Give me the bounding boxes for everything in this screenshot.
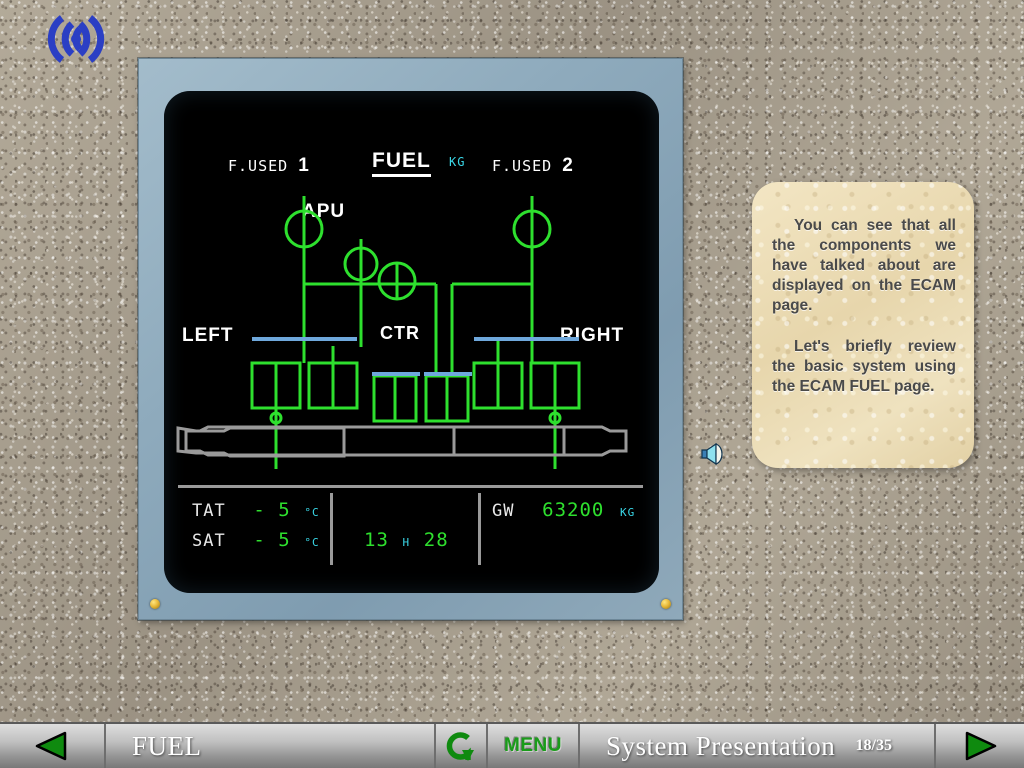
footer-divider-1 bbox=[330, 493, 333, 565]
sat-row: SAT - 5 °C bbox=[192, 529, 320, 551]
narration-note-panel: You can see that all the components we h… bbox=[752, 182, 974, 468]
bezel-screw-left bbox=[150, 599, 160, 609]
tat-row: TAT - 5 °C bbox=[192, 499, 320, 521]
replay-button[interactable] bbox=[436, 724, 488, 768]
spiral-swirl-logo bbox=[32, 8, 120, 70]
lesson-title: FUEL bbox=[132, 731, 202, 762]
section-info-cell: System Presentation 18/35 bbox=[580, 724, 936, 768]
gw-unit: KG bbox=[620, 506, 635, 519]
sat-label: SAT bbox=[192, 531, 226, 551]
page-counter: 18/35 bbox=[856, 737, 892, 755]
sat-unit: °C bbox=[304, 536, 319, 549]
triangle-right-icon bbox=[961, 731, 999, 761]
next-page-button[interactable] bbox=[936, 724, 1024, 768]
note-paragraph-1: You can see that all the components we h… bbox=[772, 216, 956, 316]
tat-unit: °C bbox=[304, 506, 319, 519]
bottom-toolbar: FUEL MENU System Presentation 18/35 bbox=[0, 722, 1024, 768]
triangle-left-icon bbox=[33, 731, 71, 761]
lesson-title-cell: FUEL bbox=[106, 724, 436, 768]
bezel-screw-right bbox=[661, 599, 671, 609]
menu-button[interactable]: MENU bbox=[488, 724, 580, 768]
note-paragraph-2: Let's briefly review the basic system us… bbox=[772, 337, 956, 397]
tat-value: - 5 bbox=[253, 499, 290, 521]
replay-loop-icon bbox=[446, 730, 476, 762]
clock-hours: 13 bbox=[364, 529, 389, 551]
tat-label: TAT bbox=[192, 501, 226, 521]
ecam-footer-data: TAT - 5 °C SAT - 5 °C 13 H 28 GW 63200 bbox=[178, 485, 643, 567]
speaker-audio-icon[interactable] bbox=[700, 440, 730, 468]
footer-divider-2 bbox=[478, 493, 481, 565]
wing-tank-outline bbox=[178, 427, 626, 456]
gw-label: GW bbox=[492, 501, 514, 521]
section-title: System Presentation bbox=[606, 731, 835, 762]
clock-minutes: 28 bbox=[424, 529, 449, 551]
ecam-screen: F.USED 1 FUEL KG F.USED 2 APU LEFT CTR R… bbox=[164, 91, 659, 593]
ecam-display-unit: F.USED 1 FUEL KG F.USED 2 APU LEFT CTR R… bbox=[138, 58, 683, 620]
menu-button-label: MENU bbox=[504, 735, 562, 757]
clock-row: 13 H 28 bbox=[364, 529, 449, 551]
gross-weight-row: GW 63200 KG bbox=[492, 499, 635, 521]
previous-page-button[interactable] bbox=[0, 724, 106, 768]
gw-value: 63200 bbox=[542, 499, 604, 521]
clock-separator: H bbox=[403, 536, 411, 549]
footer-divider-rule bbox=[178, 485, 643, 488]
sat-value: - 5 bbox=[253, 529, 290, 551]
